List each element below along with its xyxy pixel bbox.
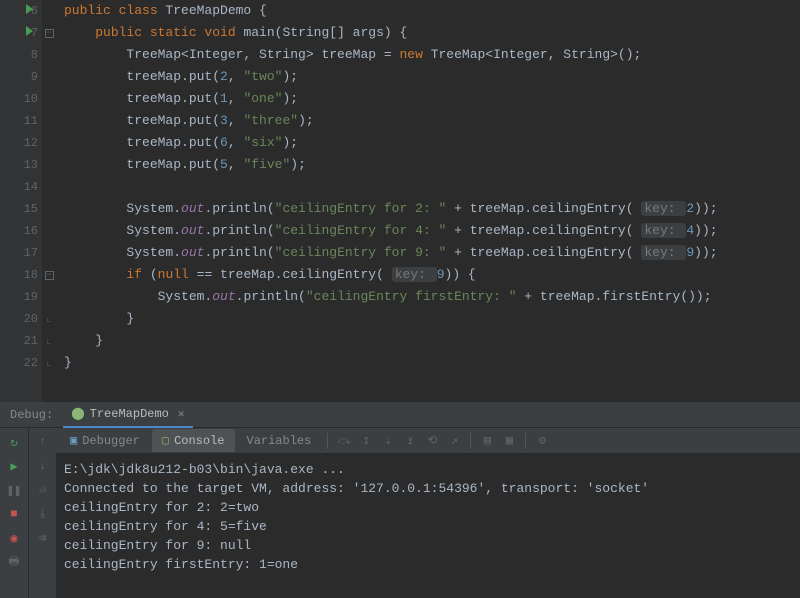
fold-marker: [42, 176, 56, 198]
code-line[interactable]: treeMap.put(5, "five");: [64, 154, 800, 176]
resume-icon[interactable]: ▶: [4, 456, 24, 476]
clear-icon[interactable]: ⌫: [33, 528, 53, 548]
debug-left-toolbar-1: ↻ ▶ ❚❚ ■ ◉ 🖶: [0, 428, 28, 598]
step-over-icon[interactable]: ⤼: [334, 431, 354, 451]
fold-marker: [42, 132, 56, 154]
force-step-into-icon[interactable]: ⇣: [378, 431, 398, 451]
fold-marker: [42, 44, 56, 66]
code-line[interactable]: }: [64, 308, 800, 330]
step-out-icon[interactable]: ↥: [400, 431, 420, 451]
fold-marker: [42, 0, 56, 22]
debugger-icon: ▣: [70, 433, 77, 448]
tab-variables[interactable]: Variables: [237, 430, 322, 452]
line-number: 17: [0, 242, 38, 264]
line-number: 15: [0, 198, 38, 220]
code-line[interactable]: [64, 176, 800, 198]
line-number: 16: [0, 220, 38, 242]
debug-config-tab[interactable]: ⬤ TreeMapDemo ✕: [63, 402, 192, 428]
line-number: 20: [0, 308, 38, 330]
line-number: 18: [0, 264, 38, 286]
fold-marker: [42, 154, 56, 176]
tab-debugger[interactable]: ▣ Debugger: [60, 429, 150, 452]
code-editor[interactable]: 678910111213141516171819202122 −−⌞⌞⌞ pub…: [0, 0, 800, 402]
drop-frame-icon[interactable]: ⟲: [422, 431, 442, 451]
separator: [327, 433, 328, 449]
debug-left-toolbar-2: ↑ ↓ ⏎ ⤓ ⌫: [28, 428, 56, 598]
debug-panel: Debug: ⬤ TreeMapDemo ✕ ↻ ▶ ❚❚ ■ ◉ 🖶 ↑ ↓ …: [0, 402, 800, 598]
stop-icon[interactable]: ■: [4, 504, 24, 524]
settings-icon[interactable]: ⚙: [532, 431, 552, 451]
separator: [470, 433, 471, 449]
line-number: 8: [0, 44, 38, 66]
run-gutter-icon[interactable]: [26, 26, 33, 36]
run-to-cursor-icon[interactable]: ↗: [444, 431, 464, 451]
fold-marker[interactable]: −: [42, 22, 56, 44]
down-icon[interactable]: ↓: [33, 456, 53, 476]
fold-marker[interactable]: ⌞: [42, 352, 56, 374]
soft-wrap-icon[interactable]: ⏎: [33, 480, 53, 500]
fold-marker: [42, 220, 56, 242]
run-gutter-icon[interactable]: [26, 4, 33, 14]
code-line[interactable]: treeMap.put(1, "one");: [64, 88, 800, 110]
folding-gutter[interactable]: −−⌞⌞⌞: [42, 0, 56, 402]
console-output[interactable]: E:\jdk\jdk8u212-b03\bin\java.exe ... Con…: [56, 454, 800, 598]
line-number: 14: [0, 176, 38, 198]
step-into-icon[interactable]: ↧: [356, 431, 376, 451]
rerun-icon[interactable]: ↻: [4, 432, 24, 452]
code-line[interactable]: System.out.println("ceilingEntry for 2: …: [64, 198, 800, 220]
debug-tab-label: TreeMapDemo: [90, 407, 169, 421]
code-line[interactable]: System.out.println("ceilingEntry for 4: …: [64, 220, 800, 242]
fold-marker: [42, 286, 56, 308]
code-line[interactable]: TreeMap<Integer, String> treeMap = new T…: [64, 44, 800, 66]
line-number: 12: [0, 132, 38, 154]
line-number: 21: [0, 330, 38, 352]
fold-marker: [42, 88, 56, 110]
debug-header: Debug: ⬤ TreeMapDemo ✕: [0, 402, 800, 428]
code-line[interactable]: if (null == treeMap.ceilingEntry( key: 9…: [64, 264, 800, 286]
tab-console[interactable]: ▢ Console: [152, 429, 235, 452]
close-icon[interactable]: ✕: [178, 407, 185, 421]
line-number: 19: [0, 286, 38, 308]
code-line[interactable]: treeMap.put(3, "three");: [64, 110, 800, 132]
evaluate-icon[interactable]: ▤: [477, 431, 497, 451]
separator: [525, 433, 526, 449]
line-number: 11: [0, 110, 38, 132]
line-number-gutter: 678910111213141516171819202122: [0, 0, 42, 402]
pause-icon[interactable]: ❚❚: [4, 480, 24, 500]
code-line[interactable]: treeMap.put(6, "six");: [64, 132, 800, 154]
bug-icon: ⬤: [71, 406, 84, 421]
code-line[interactable]: System.out.println("ceilingEntry for 9: …: [64, 242, 800, 264]
code-line[interactable]: System.out.println("ceilingEntry firstEn…: [64, 286, 800, 308]
code-line[interactable]: public static void main(String[] args) {: [64, 22, 800, 44]
fold-marker[interactable]: −: [42, 264, 56, 286]
debug-tool-tabs: ▣ Debugger ▢ Console Variables ⤼ ↧ ⇣ ↥ ⟲…: [56, 428, 800, 454]
line-number: 22: [0, 352, 38, 374]
code-area[interactable]: public class TreeMapDemo { public static…: [56, 0, 800, 402]
debug-label: Debug:: [0, 408, 63, 422]
code-line[interactable]: public class TreeMapDemo {: [64, 0, 800, 22]
print-icon[interactable]: 🖶: [4, 552, 24, 572]
line-number: 6: [0, 0, 38, 22]
fold-marker: [42, 242, 56, 264]
code-line[interactable]: treeMap.put(2, "two");: [64, 66, 800, 88]
line-number: 10: [0, 88, 38, 110]
fold-marker: [42, 110, 56, 132]
fold-marker: [42, 198, 56, 220]
fold-marker[interactable]: ⌞: [42, 330, 56, 352]
line-number: 9: [0, 66, 38, 88]
code-line[interactable]: }: [64, 352, 800, 374]
line-number: 7: [0, 22, 38, 44]
fold-marker: [42, 66, 56, 88]
up-icon[interactable]: ↑: [33, 432, 53, 452]
code-line[interactable]: }: [64, 330, 800, 352]
line-number: 13: [0, 154, 38, 176]
fold-marker[interactable]: ⌞: [42, 308, 56, 330]
threads-icon[interactable]: ▦: [499, 431, 519, 451]
breakpoint-icon[interactable]: ◉: [4, 528, 24, 548]
console-icon: ▢: [162, 433, 169, 448]
scroll-end-icon[interactable]: ⤓: [33, 504, 53, 524]
